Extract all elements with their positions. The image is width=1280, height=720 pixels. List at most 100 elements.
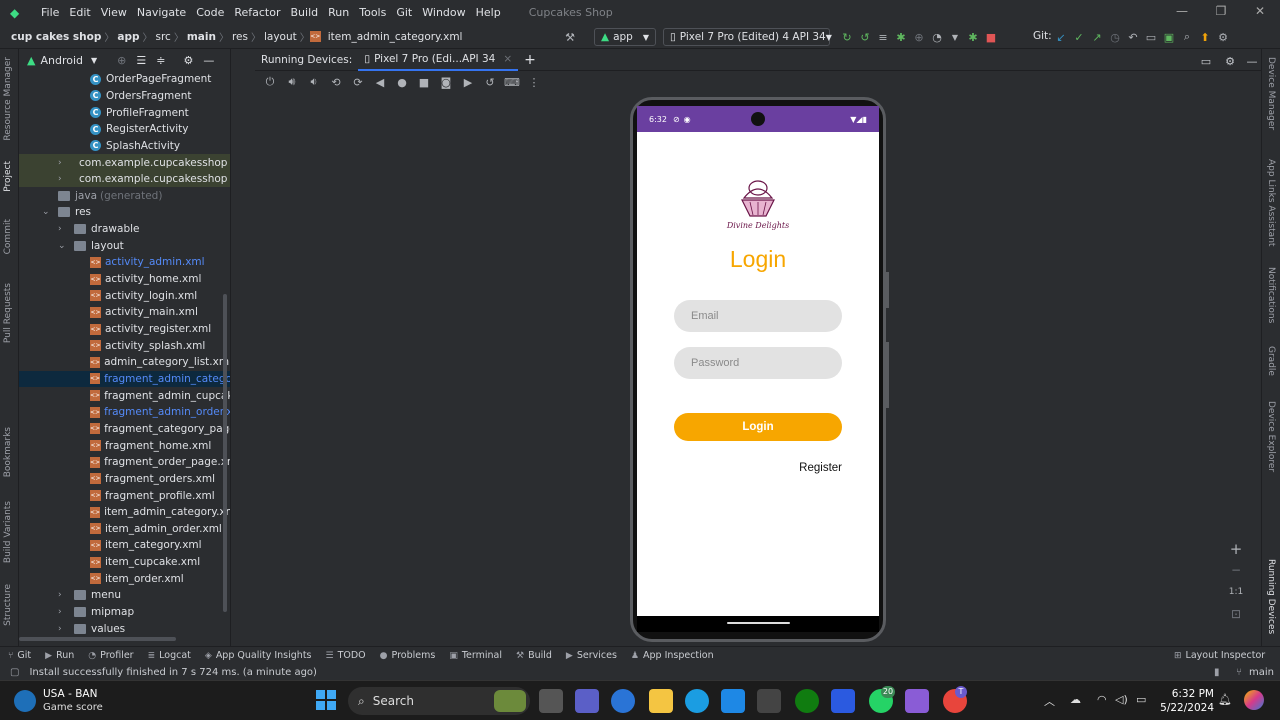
chevron-right-icon[interactable]: › [58,174,62,184]
tool-running-devices[interactable]: Running Devices [1266,559,1276,634]
menu-help[interactable]: Help [471,6,506,19]
volume-icon[interactable]: ◁) [1115,693,1128,706]
tree-item-item-category-xml[interactable]: <> item_category.xml [19,537,230,554]
rotate-right-icon[interactable]: ⟳ [349,73,367,91]
back-icon[interactable]: ◀ [371,73,389,91]
update-icon[interactable]: ⬆ [1196,28,1214,46]
screen-record-icon[interactable]: ▶ [459,73,477,91]
tree-item-admin-category-list-xml[interactable]: <> admin_category_list.xml [19,354,230,371]
tool-app-links-assistant[interactable]: App Links Assistant [1266,159,1276,246]
tree-item-item-cupcake-xml[interactable]: <> item_cupcake.xml [19,554,230,571]
tool-project[interactable]: Project [3,161,13,192]
sync-icon[interactable]: ≡ [874,28,892,46]
attach-icon[interactable]: ⊕ [910,28,928,46]
tree-item-item-order-xml[interactable]: <> item_order.xml [19,571,230,588]
rollback-icon[interactable]: ↶ [1124,28,1142,46]
tool-structure[interactable]: Structure [3,584,13,626]
tree-item-fragment-admin-order-xml[interactable]: <>fragment_admin_order.xml [19,404,230,421]
tree-item-activity-home-xml[interactable]: <> activity_home.xml [19,271,230,288]
password-field[interactable]: Password [674,347,842,379]
breadcrumb-file[interactable]: item_admin_category.xml [325,31,466,43]
register-link[interactable]: Register [787,462,842,474]
device-dropdown[interactable]: ▯ Pixel 7 Pro (Edited) 4 API 34 ▼ [663,28,832,46]
breadcrumb-layout[interactable]: layout [261,31,300,43]
tool-bookmarks[interactable]: Bookmarks [3,427,13,477]
tree-item-java[interactable]: java (generated) [19,188,230,205]
menu-git[interactable]: Git [391,6,417,19]
tool-resource-manager[interactable]: Resource Manager [3,57,13,141]
tree-item-activity-login-xml[interactable]: <> activity_login.xml [19,287,230,304]
menu-refactor[interactable]: Refactor [229,6,285,19]
windows-start-icon[interactable] [316,690,336,710]
tree-item-fragment-home-xml[interactable]: <> fragment_home.xml [19,437,230,454]
tool-layout-inspector[interactable]: ⊞ Layout Inspector [1174,650,1265,661]
menu-view[interactable]: View [96,6,132,19]
volume-up-icon[interactable]: 🔊︎ [283,73,301,91]
android-studio-taskbar-icon[interactable] [611,689,635,713]
tree-item-fragment-orders-xml[interactable]: <> fragment_orders.xml [19,471,230,488]
tree-item-values[interactable]: › values [19,620,230,637]
phone-volume-button[interactable] [886,342,889,408]
clock-time[interactable]: 6:32 PM [1164,688,1214,700]
tool-device-manager[interactable]: Device Manager [1266,57,1276,130]
sdk-manager-icon[interactable]: ▣ [1160,28,1178,46]
edge-icon[interactable] [685,689,709,713]
tree-item-layout[interactable]: ⌄ layout [19,238,230,255]
minimize-icon[interactable]: — [1172,4,1192,20]
tool-problems[interactable]: ● Problems [380,650,436,661]
tree-item-com-example-cupcakesshop[interactable]: › com.example.cupcakesshop(and [19,154,230,171]
hammer-icon[interactable]: ⚒ [561,28,579,46]
device-mirror-icon[interactable]: ▭ [1142,28,1160,46]
tool-todo[interactable]: ☰ TODO [326,650,366,661]
screenshot-icon[interactable]: ◙ [437,73,455,91]
tree-scrollbar[interactable] [223,294,227,612]
tree-hscrollbar[interactable] [19,637,176,641]
xbox-icon[interactable] [795,689,819,713]
tool-profiler[interactable]: ◔ Profiler [88,650,133,661]
app-blue-icon[interactable] [831,689,855,713]
menu-code[interactable]: Code [191,6,229,19]
rotate-left-icon[interactable]: ⟲ [327,73,345,91]
chevron-down-icon[interactable]: ▼ [91,56,97,65]
chevron-down-icon[interactable]: ⌄ [42,207,50,217]
menu-build[interactable]: Build [286,6,324,19]
run-config-dropdown[interactable]: ▲ app ▼ [594,28,656,46]
breadcrumb-project[interactable]: cup cakes shop [8,31,104,43]
gear-icon[interactable]: ⚙ [1214,28,1232,46]
tool-git[interactable]: ⑂ Git [8,650,31,661]
tool-app-quality-insights[interactable]: ◈ App Quality Insights [205,650,312,661]
debug-icon[interactable]: ✱ [892,28,910,46]
menu-navigate[interactable]: Navigate [132,6,191,19]
tree-item-menu[interactable]: › menu [19,587,230,604]
breadcrumb-app[interactable]: app [114,31,142,43]
menu-edit[interactable]: Edit [64,6,95,19]
email-field[interactable]: Email [674,300,842,332]
tree-item-fragment-admin-category-xm[interactable]: <>fragment_admin_category.xm [19,370,230,388]
phone-side-button[interactable] [886,272,889,308]
tree-item-item-admin-order-xml[interactable]: <> item_admin_order.xml [19,521,230,538]
weather-title[interactable]: USA - BAN [43,688,97,700]
menu-tools[interactable]: Tools [354,6,391,19]
search-icon[interactable]: ⌕ [1178,28,1196,46]
copilot-icon[interactable] [1244,690,1264,710]
tree-item-fragment-admin-cupcake-xml[interactable]: <>fragment_admin_cupcake.xml [19,387,230,404]
hide-panel-icon[interactable]: — [1243,52,1261,70]
file-explorer-icon[interactable] [649,689,673,713]
tree-item-fragment-profile-xml[interactable]: <> fragment_profile.xml [19,487,230,504]
chevron-down-icon[interactable]: ▼ [946,28,964,46]
visual-studio-icon[interactable] [905,689,929,713]
profile-icon[interactable]: ◔ [928,28,946,46]
volume-down-icon[interactable]: 🔉︎ [305,73,323,91]
clock-date[interactable]: 5/22/2024 [1158,702,1214,714]
tree-item-splashactivity[interactable]: C SplashActivity [19,138,230,155]
memory-icon[interactable]: ▮ [1214,667,1220,678]
chevron-right-icon[interactable]: › [58,224,62,234]
app-icon[interactable] [757,689,781,713]
taskbar-search[interactable]: ⌕ Search [348,687,530,715]
zoom-in-icon[interactable]: + [1226,539,1246,559]
tree-item-fragment-order-page-xml[interactable]: <> fragment_order_page.xml [19,454,230,471]
overview-icon[interactable]: ■ [415,73,433,91]
collapse-all-icon[interactable]: ≑ [156,54,165,67]
tool-app-inspection[interactable]: ♟ App Inspection [631,650,714,661]
layout-icon[interactable]: ▭ [1197,52,1215,70]
